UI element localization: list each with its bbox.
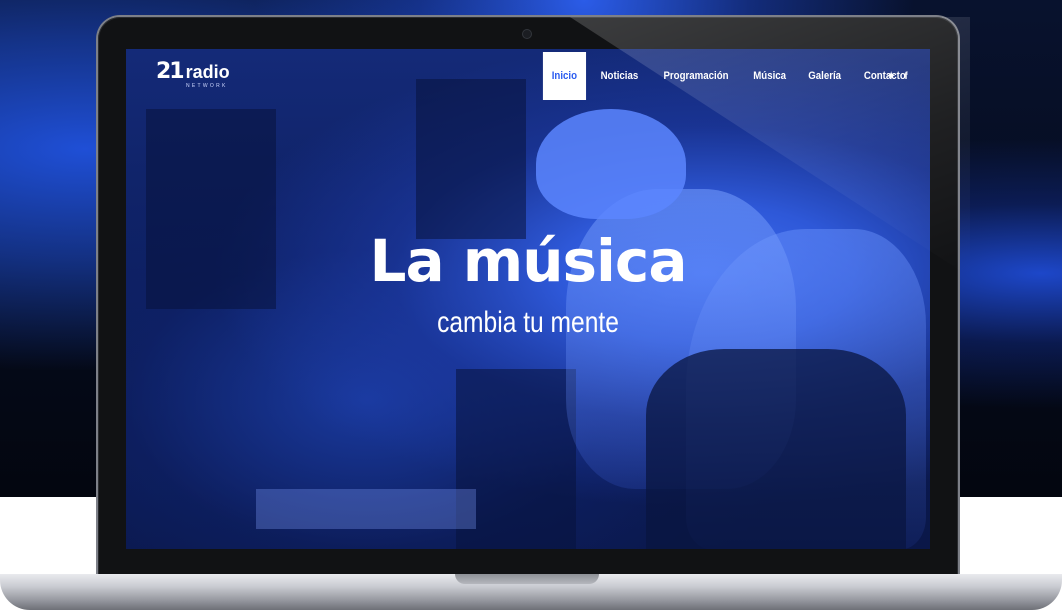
logo-mark: 21 — [156, 59, 185, 84]
hero-subtitle: cambia tu mente — [437, 306, 619, 339]
site-logo[interactable]: 21 radio — [156, 61, 230, 83]
twitter-icon[interactable]: ✦ — [887, 71, 895, 82]
hero-figure-body — [646, 349, 906, 549]
nav-item-musica[interactable]: Música — [745, 52, 794, 100]
laptop-opening-notch — [455, 574, 599, 584]
social-links: ✦ f — [887, 71, 908, 82]
top-navigation: 21 radio NETWORK Inicio Noticias Program… — [126, 49, 930, 101]
nav-menu: Inicio Noticias Programación Música Gale… — [540, 52, 918, 100]
logo-subtitle: NETWORK — [186, 83, 228, 89]
dj-equipment — [256, 489, 476, 529]
nav-item-inicio[interactable]: Inicio — [542, 52, 586, 100]
nav-item-galeria[interactable]: Galería — [800, 52, 849, 100]
nav-item-programacion[interactable]: Programación — [655, 52, 736, 100]
hero-title: La música — [369, 227, 688, 295]
camera-icon — [523, 30, 531, 38]
hero-figure-cap — [536, 109, 686, 219]
background-shelf — [416, 79, 526, 239]
website-screen: 21 radio NETWORK Inicio Noticias Program… — [126, 49, 930, 549]
nav-item-noticias[interactable]: Noticias — [592, 52, 646, 100]
facebook-icon[interactable]: f — [904, 71, 907, 82]
logo-name: radio — [185, 62, 230, 82]
